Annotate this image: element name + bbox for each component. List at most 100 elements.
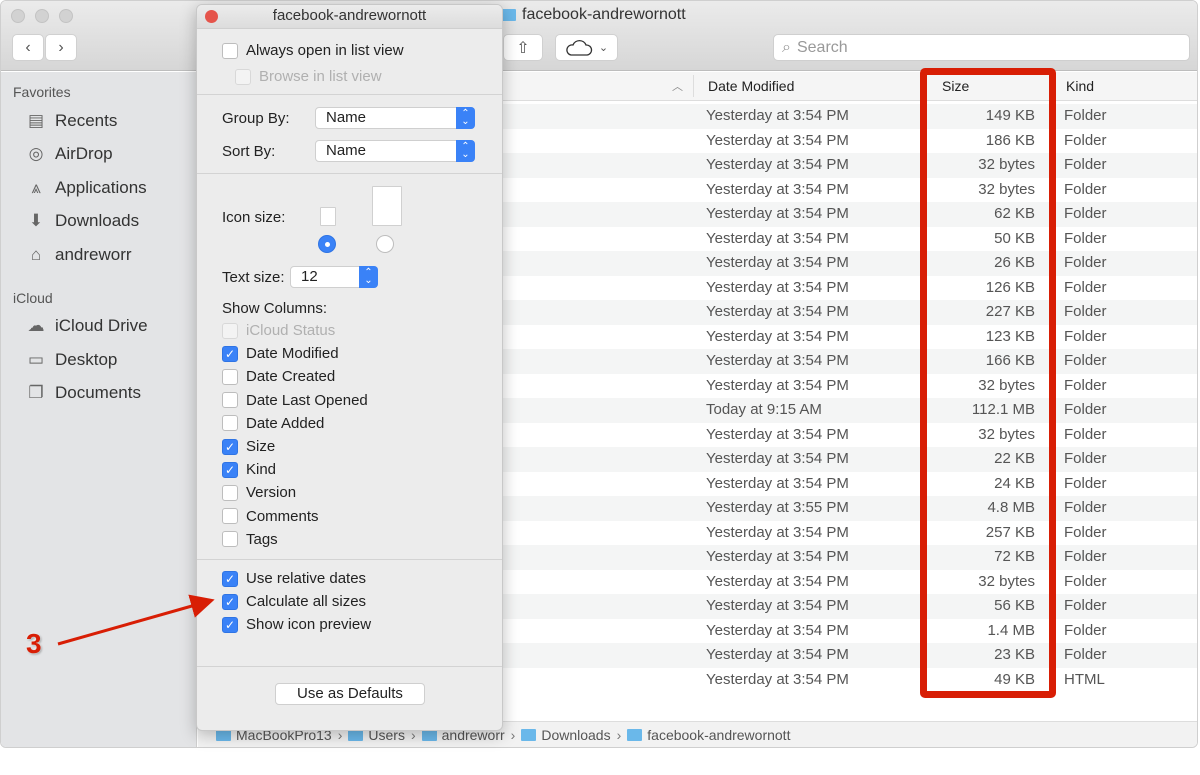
cell-size: 4.8 MB xyxy=(987,499,1035,516)
show-column-version-checkbox[interactable]: Version xyxy=(222,481,368,504)
group-by-select[interactable]: Name ⌃ ⌄ xyxy=(315,107,475,129)
show-column-tags-checkbox[interactable]: Tags xyxy=(222,528,368,551)
close-window-button[interactable] xyxy=(11,9,25,23)
sidebar-item-applications[interactable]: ⩓ Applications xyxy=(1,171,196,205)
icloud-menu-button[interactable]: ⌄ xyxy=(555,34,618,61)
browse-list-view-checkbox: Browse in list view xyxy=(222,65,502,88)
search-field[interactable]: ⌕ Search xyxy=(773,34,1190,61)
options-section: ✓ Use relative dates ✓ Calculate all sizes ✓… xyxy=(197,560,502,667)
sidebar-item-airdrop[interactable]: ◎ AirDrop xyxy=(1,138,196,172)
checkbox[interactable] xyxy=(222,531,238,548)
icloud-icon: ☁ xyxy=(27,316,45,336)
cell-date: Yesterday at 3:54 PM xyxy=(706,303,849,320)
use-as-defaults-button[interactable]: Use as Defaults xyxy=(275,683,425,705)
text-size-select[interactable]: 12 ⌃ ⌄ xyxy=(290,266,378,288)
column-header-date-modified[interactable]: Date Modified xyxy=(708,78,794,94)
show-column-size-checkbox[interactable]: ✓ Size xyxy=(222,435,368,458)
icon-size-small-radio[interactable] xyxy=(318,235,336,253)
always-open-list-view-checkbox[interactable]: Always open in list view xyxy=(222,39,502,62)
updown-chevron-icon: ⌃ ⌄ xyxy=(456,140,475,162)
checkbox-checked[interactable]: ✓ xyxy=(222,570,238,587)
show-column-date-last-opened-checkbox[interactable]: Date Last Opened xyxy=(222,389,368,412)
show-column-date-created-checkbox[interactable]: Date Created xyxy=(222,365,368,388)
cell-date: Yesterday at 3:54 PM xyxy=(706,107,849,124)
cell-kind: Folder xyxy=(1064,156,1107,173)
cell-size: 32 bytes xyxy=(978,180,1035,198)
show-column-date-added-checkbox[interactable]: Date Added xyxy=(222,412,368,435)
sort-ascending-icon[interactable]: ︿ xyxy=(672,78,683,94)
updown-chevron-icon: ⌃ ⌄ xyxy=(456,107,475,129)
icon-size-large-radio[interactable] xyxy=(376,235,394,253)
column-separator[interactable] xyxy=(923,75,924,97)
large-document-icon xyxy=(372,186,402,226)
checkbox-checked[interactable]: ✓ xyxy=(222,438,238,455)
cell-date: Yesterday at 3:54 PM xyxy=(706,621,849,639)
zoom-window-button[interactable] xyxy=(59,9,73,23)
panel-close-button[interactable] xyxy=(205,10,218,23)
cell-kind: Folder xyxy=(1064,401,1107,418)
show-column-date-modified-checkbox[interactable]: ✓ Date Modified xyxy=(222,342,368,365)
back-button[interactable]: ‹ xyxy=(12,34,44,61)
window-title: facebook-andrewornott xyxy=(501,6,686,24)
use-relative-dates-checkbox[interactable]: ✓ Use relative dates xyxy=(222,567,502,590)
sidebar-item-recents[interactable]: ▤ Recents xyxy=(1,104,196,138)
cell-date: Yesterday at 3:54 PM xyxy=(706,572,849,590)
cell-date: Yesterday at 3:54 PM xyxy=(706,131,849,149)
chevron-right-icon: › xyxy=(616,726,622,743)
sidebar-item-desktop[interactable]: ▭ Desktop xyxy=(1,343,196,377)
column-header-size[interactable]: Size xyxy=(942,78,969,94)
cell-size: 149 KB xyxy=(985,107,1035,124)
column-header-kind[interactable]: Kind xyxy=(1066,78,1094,94)
cell-kind: Folder xyxy=(1064,205,1107,222)
checkbox[interactable] xyxy=(222,42,238,59)
show-column-kind-checkbox[interactable]: ✓ Kind xyxy=(222,458,368,481)
cell-date: Yesterday at 3:54 PM xyxy=(706,229,849,247)
cell-kind: Folder xyxy=(1064,621,1107,639)
checkbox-checked[interactable]: ✓ xyxy=(222,345,238,362)
cell-date: Yesterday at 3:55 PM xyxy=(706,499,849,516)
cell-size: 32 bytes xyxy=(978,376,1035,394)
sidebar-item-home[interactable]: ⌂ andreworr xyxy=(1,238,196,272)
cell-date: Yesterday at 3:54 PM xyxy=(706,597,849,614)
show-column-comments-checkbox[interactable]: Comments xyxy=(222,505,368,528)
checkbox[interactable] xyxy=(222,392,238,409)
column-separator[interactable] xyxy=(693,75,694,97)
checkbox-checked[interactable]: ✓ xyxy=(222,593,238,610)
cell-size: 227 KB xyxy=(985,303,1035,320)
sidebar-header-favorites: Favorites xyxy=(13,84,71,100)
checkbox-checked[interactable]: ✓ xyxy=(222,461,238,478)
cell-date: Today at 9:15 AM xyxy=(706,401,822,418)
cell-kind: Folder xyxy=(1064,327,1107,345)
path-crumb[interactable]: Downloads xyxy=(521,727,611,743)
sidebar-item-documents[interactable]: ❐ Documents xyxy=(1,377,196,411)
checkbox-checked[interactable]: ✓ xyxy=(222,616,238,633)
cell-date: Yesterday at 3:54 PM xyxy=(706,352,849,369)
calculate-all-sizes-checkbox[interactable]: ✓ Calculate all sizes xyxy=(222,590,502,613)
sidebar-item-downloads[interactable]: ⬇ Downloads xyxy=(1,205,196,239)
cell-size: 186 KB xyxy=(985,131,1035,149)
cell-size: 26 KB xyxy=(994,254,1035,271)
show-icon-preview-checkbox[interactable]: ✓ Show icon preview xyxy=(222,613,502,636)
cell-kind: Folder xyxy=(1064,254,1107,271)
cell-kind: Folder xyxy=(1064,499,1107,516)
small-document-icon xyxy=(320,207,336,226)
sort-by-select[interactable]: Name ⌃ ⌄ xyxy=(315,140,475,162)
cell-date: Yesterday at 3:54 PM xyxy=(706,548,849,565)
forward-button[interactable]: › xyxy=(45,34,77,61)
checkbox[interactable] xyxy=(222,368,238,385)
cell-size: 24 KB xyxy=(994,474,1035,492)
cell-size: 1.4 MB xyxy=(987,621,1035,639)
minimize-window-button[interactable] xyxy=(35,9,49,23)
cell-size: 72 KB xyxy=(994,548,1035,565)
checkbox[interactable] xyxy=(222,508,238,525)
sidebar-item-icloud-drive[interactable]: ☁ iCloud Drive xyxy=(1,310,196,344)
path-crumb[interactable]: facebook-andrewornott xyxy=(627,727,790,743)
share-button[interactable]: ⇧ xyxy=(503,34,543,61)
cell-date: Yesterday at 3:54 PM xyxy=(706,450,849,467)
checkbox[interactable] xyxy=(222,484,238,501)
cell-date: Yesterday at 3:54 PM xyxy=(706,254,849,271)
checkbox[interactable] xyxy=(222,415,238,432)
cell-kind: Folder xyxy=(1064,450,1107,467)
cell-kind: Folder xyxy=(1064,352,1107,369)
column-separator[interactable] xyxy=(1050,75,1051,97)
